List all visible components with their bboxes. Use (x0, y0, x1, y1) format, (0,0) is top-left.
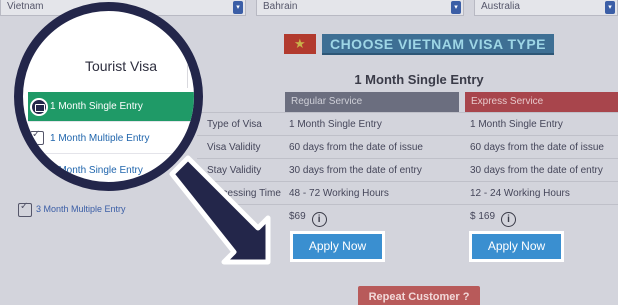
regular-value: 60 days from the date of issue (289, 142, 423, 153)
sidebar-item-1-month-single[interactable]: 1 Month Single Entry (28, 92, 194, 122)
regular-value: 48 - 72 Working Hours (289, 188, 389, 199)
info-icon[interactable]: i (311, 212, 327, 227)
regular-price: $69 i (289, 211, 327, 227)
regular-value: 30 days from the date of entry (289, 165, 422, 176)
country-select-value: Australia (481, 1, 520, 12)
dropdown-arrow-icon[interactable]: ▾ (233, 1, 243, 14)
sidebar-title: Tourist Visa (84, 58, 158, 74)
dropdown-arrow-icon[interactable]: ▾ (451, 1, 461, 14)
express-value: 60 days from the date of issue (470, 142, 604, 153)
regular-value: 1 Month Single Entry (289, 119, 382, 130)
express-value: 1 Month Single Entry (470, 119, 563, 130)
star-icon: ★ (294, 36, 306, 51)
visa-document-icon (30, 129, 44, 145)
sidebar-item-label: 1 Month Multiple Entry (50, 133, 150, 144)
pointer-arrow-icon (169, 155, 271, 265)
info-icon[interactable]: i (501, 212, 517, 227)
country-select-destination[interactable]: Australia ▾ (474, 0, 618, 16)
sidebar-item-label: 3 Month Single Entry (50, 165, 143, 176)
column-header-express: Express Service (465, 92, 618, 112)
page-title: CHOOSE VIETNAM VISA TYPE (322, 34, 554, 55)
apply-now-regular-button[interactable]: Apply Now (290, 231, 385, 262)
visa-document-icon (18, 201, 32, 217)
button-label: Apply Now (472, 234, 561, 259)
button-label: Apply Now (293, 234, 382, 259)
country-select-residence[interactable]: Bahrain ▾ (256, 0, 464, 16)
price-value: $ 169 (470, 211, 496, 222)
table-title: 1 Month Single Entry (354, 72, 484, 87)
repeat-customer-button[interactable]: Repeat Customer ? (358, 286, 480, 305)
dropdown-arrow-icon[interactable]: ▾ (605, 1, 615, 14)
vietnam-flag-icon: ★ (284, 34, 316, 54)
column-header-regular: Regular Service (285, 92, 459, 112)
sidebar-item-label: 3 Month Multiple Entry (36, 204, 126, 214)
row-label: Type of Visa (207, 119, 262, 130)
visa-document-icon (30, 98, 48, 116)
apply-now-express-button[interactable]: Apply Now (469, 231, 564, 262)
country-select-value: Bahrain (263, 1, 298, 12)
express-value: 30 days from the date of entry (470, 165, 603, 176)
sidebar-item-label: 1 Month Single Entry (50, 101, 143, 112)
visa-document-icon (30, 161, 44, 177)
express-price: $ 169 i (470, 211, 517, 227)
table-row: Type of Visa 1 Month Single Entry 1 Mont… (197, 112, 618, 135)
price-value: $69 (289, 211, 306, 222)
express-value: 12 - 24 Working Hours (470, 188, 570, 199)
